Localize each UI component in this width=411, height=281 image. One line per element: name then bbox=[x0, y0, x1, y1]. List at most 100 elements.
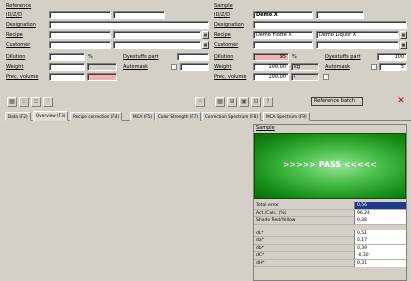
result-value: 0,17 bbox=[354, 237, 406, 244]
tab-bar: Data (F2) Overview (F3) Recipe correctio… bbox=[5, 111, 411, 121]
reference-recipe-input[interactable] bbox=[49, 31, 111, 39]
sample-automask-input[interactable]: 5 bbox=[379, 63, 407, 71]
sample-panel: Sample ID/Z/D Demo X Designation Recipe … bbox=[213, 3, 409, 103]
reference-prec-volume-input[interactable] bbox=[49, 73, 85, 81]
tab-overview[interactable]: Overview (F3) bbox=[33, 111, 69, 121]
sample-dilution-unit: % bbox=[292, 54, 297, 60]
reference-designation-row: Designation bbox=[5, 21, 210, 30]
sample-dilution-label: Dilution bbox=[214, 54, 234, 60]
reference-customer-row: Customer ▦ bbox=[5, 41, 210, 50]
reference-title: Reference bbox=[6, 3, 32, 9]
reference-weight-row: Weight Automask bbox=[5, 63, 210, 72]
sample-customer-input[interactable] bbox=[253, 41, 313, 49]
sample-recipe-browse-button[interactable]: ▦ bbox=[400, 31, 407, 39]
sample-id-2-input[interactable] bbox=[316, 11, 364, 19]
reference-id-input[interactable] bbox=[49, 11, 111, 19]
table-row[interactable]: da* 0,17 bbox=[254, 237, 406, 245]
result-label: da* bbox=[256, 238, 264, 243]
table-row[interactable]: Act./Calc. (%) 96,24 bbox=[254, 209, 406, 217]
sample-customer-2-input[interactable] bbox=[316, 41, 399, 49]
sample-prec-volume-input[interactable]: 100,00 bbox=[253, 73, 289, 81]
sample-dilution-input[interactable]: 95 bbox=[253, 53, 289, 61]
tab-mca-spectrum[interactable]: MCA Spectrum (F9) bbox=[263, 112, 310, 121]
sample-id-input[interactable]: Demo X bbox=[253, 11, 313, 19]
reference-recipe-2-input[interactable] bbox=[113, 31, 201, 39]
table-row[interactable]: Total error 0,56 bbox=[254, 202, 406, 210]
table-row[interactable]: dC* -0,30 bbox=[254, 252, 406, 260]
reference-dyestuffs-input[interactable] bbox=[177, 53, 209, 61]
tab-recipe-correction[interactable]: Recipe correction (F4) bbox=[70, 112, 123, 121]
result-label: Act./Calc. (%) bbox=[256, 210, 287, 216]
sample-customer-label: Customer bbox=[214, 42, 239, 48]
sample-id-label: ID/Z/D bbox=[214, 12, 230, 18]
result-value: -0,30 bbox=[354, 252, 406, 259]
tab-data[interactable]: Data (F2) bbox=[5, 112, 31, 121]
reference-customer-2-input[interactable] bbox=[113, 41, 201, 49]
clear-icon[interactable]: ✕ bbox=[195, 97, 205, 107]
reference-prec-volume-label: Prec. volume bbox=[6, 74, 39, 80]
sample-dyestuffs-input[interactable]: 100 bbox=[377, 53, 407, 61]
table-icon[interactable]: ⊟ bbox=[251, 97, 261, 107]
save-icon[interactable]: ▣ bbox=[239, 97, 249, 107]
list-icon[interactable]: ☰ bbox=[19, 97, 29, 107]
reference-designation-label: Designation bbox=[6, 22, 36, 28]
question-icon[interactable]: ? bbox=[43, 97, 53, 107]
sample-prec-volume-row: Prec. volume 100,00 l bbox=[213, 73, 409, 82]
reference-id-row: ID/Z/D bbox=[5, 11, 210, 20]
reference-prec-volume-unit-select[interactable] bbox=[87, 73, 117, 81]
sample-customer-browse-button[interactable]: ▦ bbox=[400, 41, 407, 49]
reference-weight-input[interactable] bbox=[49, 63, 85, 71]
reference-weight-unit-select[interactable] bbox=[87, 63, 117, 71]
reference-dilution-label: Dilution bbox=[6, 54, 26, 60]
sample-automask-checkbox[interactable] bbox=[371, 64, 377, 70]
table-row[interactable]: dL* 0,51 bbox=[254, 229, 406, 237]
sample-recipe-input[interactable]: Demo Flotte X bbox=[253, 31, 313, 39]
sample-automask-label: Automask bbox=[325, 64, 351, 70]
close-icon[interactable]: ✕ bbox=[396, 97, 406, 107]
reference-recipe-label: Recipe bbox=[6, 32, 23, 38]
result-value: 0,31 bbox=[354, 259, 406, 267]
sample-weight-unit-select[interactable]: kg bbox=[291, 63, 319, 71]
reference-designation-input[interactable] bbox=[49, 21, 209, 29]
grid-icon[interactable]: ▦ bbox=[215, 97, 225, 107]
reference-automask-input[interactable] bbox=[180, 63, 209, 71]
table-row[interactable]: db* 0,39 bbox=[254, 244, 406, 252]
sample-designation-input[interactable] bbox=[253, 21, 407, 29]
reference-id-2-input[interactable] bbox=[113, 11, 165, 19]
sample-reference-batch-checkbox[interactable] bbox=[323, 74, 329, 80]
table-row[interactable]: dH* 0,31 bbox=[254, 259, 406, 267]
table-row[interactable]: Shade Red/Yellow 0,38 bbox=[254, 217, 406, 225]
app-window: Reference ID/Z/D Designation Recipe ▦ Cu… bbox=[0, 0, 411, 281]
sample-recipe-2-input[interactable]: Demo Liquor X bbox=[316, 31, 399, 39]
copy-icon[interactable]: ⧉ bbox=[31, 97, 41, 107]
sample-prec-volume-unit-select[interactable]: l bbox=[291, 73, 319, 81]
database-icon[interactable]: ⊞ bbox=[227, 97, 237, 107]
result-label: db* bbox=[256, 245, 264, 251]
reference-dilution-input[interactable] bbox=[49, 53, 85, 61]
reference-customer-browse-button[interactable]: ▦ bbox=[202, 41, 209, 49]
sample-result-title: Sample bbox=[256, 125, 275, 131]
reference-prec-volume-row: Prec. volume bbox=[5, 73, 210, 82]
reference-dilution-unit: % bbox=[88, 54, 93, 60]
result-value: 0,56 bbox=[354, 202, 406, 209]
reference-batch-button[interactable]: Reference batch bbox=[311, 97, 363, 106]
reference-toolbar: ▦ ☰ ⧉ ? ✕ bbox=[5, 96, 210, 109]
pass-indicator: >>>>> PASS <<<<< bbox=[254, 133, 406, 199]
help-icon[interactable]: ? bbox=[263, 97, 273, 107]
tab-color-strength[interactable]: Color Strength (F7) bbox=[155, 112, 202, 121]
reference-automask-checkbox[interactable] bbox=[171, 64, 177, 70]
reference-customer-label: Customer bbox=[6, 42, 31, 48]
grid-icon[interactable]: ▦ bbox=[7, 97, 17, 107]
pass-status-text: >>>>> PASS <<<<< bbox=[283, 160, 377, 169]
result-value: 96,24 bbox=[354, 209, 406, 217]
reference-dilution-row: Dilution % Dyestuffs part bbox=[5, 53, 210, 62]
tab-mca[interactable]: MCA (F5) bbox=[130, 112, 156, 121]
reference-customer-input[interactable] bbox=[49, 41, 111, 49]
sample-customer-row: Customer ▦ bbox=[213, 41, 409, 50]
sample-designation-row: Designation bbox=[213, 21, 409, 30]
tab-correction-spectrum[interactable]: Correction Spectrum (F8) bbox=[202, 112, 261, 121]
sample-weight-input[interactable]: 100,00 bbox=[253, 63, 289, 71]
sample-designation-label: Designation bbox=[214, 22, 244, 28]
sample-recipe-label: Recipe bbox=[214, 32, 231, 38]
reference-recipe-browse-button[interactable]: ▦ bbox=[202, 31, 209, 39]
